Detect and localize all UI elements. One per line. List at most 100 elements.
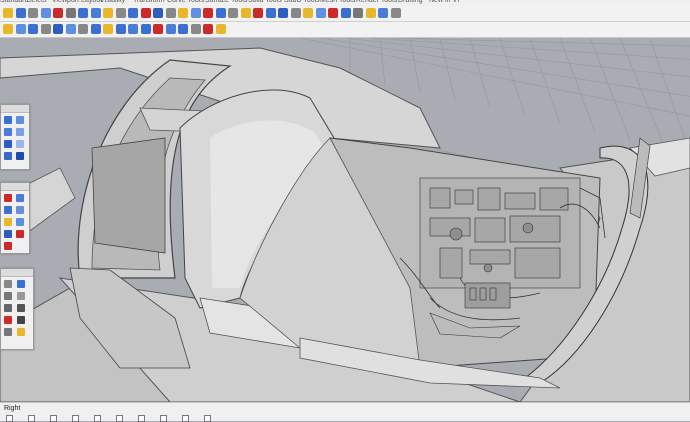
render-icon[interactable] (315, 8, 326, 18)
menu-tab[interactable]: Curve Tools (167, 0, 204, 5)
ortho-icon[interactable] (78, 24, 88, 34)
osnap-checkbox[interactable] (116, 415, 123, 422)
lock-icon[interactable] (278, 8, 288, 18)
solid-palette[interactable] (0, 268, 34, 350)
curve-palette[interactable] (0, 182, 30, 254)
palette-title-bar[interactable] (1, 105, 29, 113)
cylinder-icon[interactable] (4, 292, 12, 300)
new-icon[interactable] (3, 8, 13, 18)
zoom-window-icon[interactable] (153, 8, 163, 18)
cone-icon[interactable] (17, 292, 25, 300)
viewport-tab-right[interactable]: Right (4, 405, 20, 412)
window-select-icon[interactable] (15, 24, 26, 34)
rotate-icon[interactable] (4, 128, 12, 136)
sphere-icon[interactable] (353, 8, 363, 18)
menu-tab[interactable]: Transform (133, 0, 165, 5)
filter-icon[interactable] (140, 24, 151, 34)
select-icon[interactable] (3, 24, 13, 34)
history-icon[interactable] (40, 24, 51, 34)
paste-icon[interactable] (78, 8, 88, 18)
grid-snap-icon[interactable] (115, 24, 126, 34)
select-all-icon[interactable] (228, 8, 238, 18)
layer-icon[interactable] (240, 8, 251, 18)
osnap-checkbox[interactable] (138, 415, 145, 422)
orient-icon[interactable] (16, 152, 24, 160)
move-icon[interactable] (4, 116, 12, 124)
transform-palette[interactable] (0, 104, 30, 170)
point-icon[interactable] (4, 242, 12, 250)
menu-tab[interactable]: Viewport Layout (52, 0, 102, 5)
align-icon[interactable] (4, 152, 12, 160)
gumball-icon[interactable] (53, 24, 63, 34)
join-icon[interactable] (4, 328, 12, 336)
menu-tab[interactable]: Select (27, 0, 46, 5)
display-mode-icon[interactable] (153, 24, 163, 34)
arc-icon[interactable] (16, 206, 24, 214)
cut-icon[interactable] (53, 8, 63, 18)
osnap-checkbox[interactable] (182, 415, 189, 422)
zoom-selected-icon[interactable] (178, 8, 188, 18)
viewport-right[interactable] (0, 38, 690, 402)
offset-icon[interactable] (4, 230, 12, 238)
block-icon[interactable] (190, 24, 201, 34)
menu-tab[interactable]: SubD Tools (284, 0, 320, 5)
palette-title-bar[interactable] (1, 269, 33, 277)
unlock-icon[interactable] (290, 8, 301, 18)
layer-icon[interactable] (17, 328, 25, 336)
smarttrack-icon[interactable] (103, 24, 113, 34)
annotate-icon[interactable] (203, 24, 213, 34)
mirror-icon[interactable] (4, 140, 12, 148)
pan-icon[interactable] (115, 8, 126, 18)
planar-icon[interactable] (90, 24, 101, 34)
text-icon[interactable] (17, 304, 25, 312)
sphere-icon[interactable] (17, 280, 25, 288)
osnap-checkbox[interactable] (28, 415, 35, 422)
zoom-icon[interactable] (140, 8, 151, 18)
material-icon[interactable] (328, 8, 338, 18)
menu-tab[interactable]: Standard (0, 0, 28, 5)
palette-title-bar[interactable] (1, 183, 29, 191)
menu-tab[interactable]: Mesh Tools (320, 0, 355, 5)
fillet-icon[interactable] (16, 218, 24, 226)
osnap-checkbox[interactable] (160, 415, 167, 422)
viewport-4-icon[interactable] (190, 8, 201, 18)
menu-tab[interactable]: New in V7 (429, 0, 461, 5)
boolean-icon[interactable] (4, 316, 12, 324)
osnap-icon[interactable] (65, 24, 76, 34)
show-icon[interactable] (265, 8, 276, 18)
wireframe-icon[interactable] (378, 8, 388, 18)
scale-icon[interactable] (16, 128, 24, 136)
open-icon[interactable] (15, 8, 26, 18)
redo-icon[interactable] (103, 8, 113, 18)
print-icon[interactable] (40, 8, 51, 18)
light-icon[interactable] (340, 8, 351, 18)
osnap-checkbox[interactable] (204, 415, 211, 422)
copy-icon[interactable] (65, 8, 76, 18)
undo-icon[interactable] (90, 8, 101, 18)
properties-icon[interactable] (303, 8, 313, 18)
menu-tab[interactable]: Render Tools (356, 0, 397, 5)
settings-icon[interactable] (390, 8, 401, 18)
menu-tab[interactable]: Surface Tools (205, 0, 247, 5)
hide-icon[interactable] (253, 8, 263, 18)
rotate-view-icon[interactable] (128, 8, 138, 18)
circle-icon[interactable] (4, 206, 12, 214)
array-icon[interactable] (16, 140, 24, 148)
trim-icon[interactable] (16, 230, 24, 238)
copy-icon[interactable] (16, 116, 24, 124)
render-preview-icon[interactable] (215, 24, 226, 34)
record-history-icon[interactable] (128, 24, 138, 34)
osnap-checkbox[interactable] (72, 415, 79, 422)
polyline-icon[interactable] (4, 194, 12, 202)
explode-icon[interactable] (17, 316, 25, 324)
save-icon[interactable] (28, 8, 38, 18)
box-icon[interactable] (4, 280, 12, 288)
shade-icon[interactable] (365, 8, 376, 18)
osnap-checkbox[interactable] (94, 415, 101, 422)
grid-icon[interactable] (215, 8, 226, 18)
named-view-icon[interactable] (178, 24, 188, 34)
rectangle-icon[interactable] (4, 218, 12, 226)
menu-tab[interactable]: Visibility (100, 0, 125, 5)
menu-tab[interactable]: Solid Tools (248, 0, 282, 5)
cplane-icon[interactable] (203, 8, 213, 18)
